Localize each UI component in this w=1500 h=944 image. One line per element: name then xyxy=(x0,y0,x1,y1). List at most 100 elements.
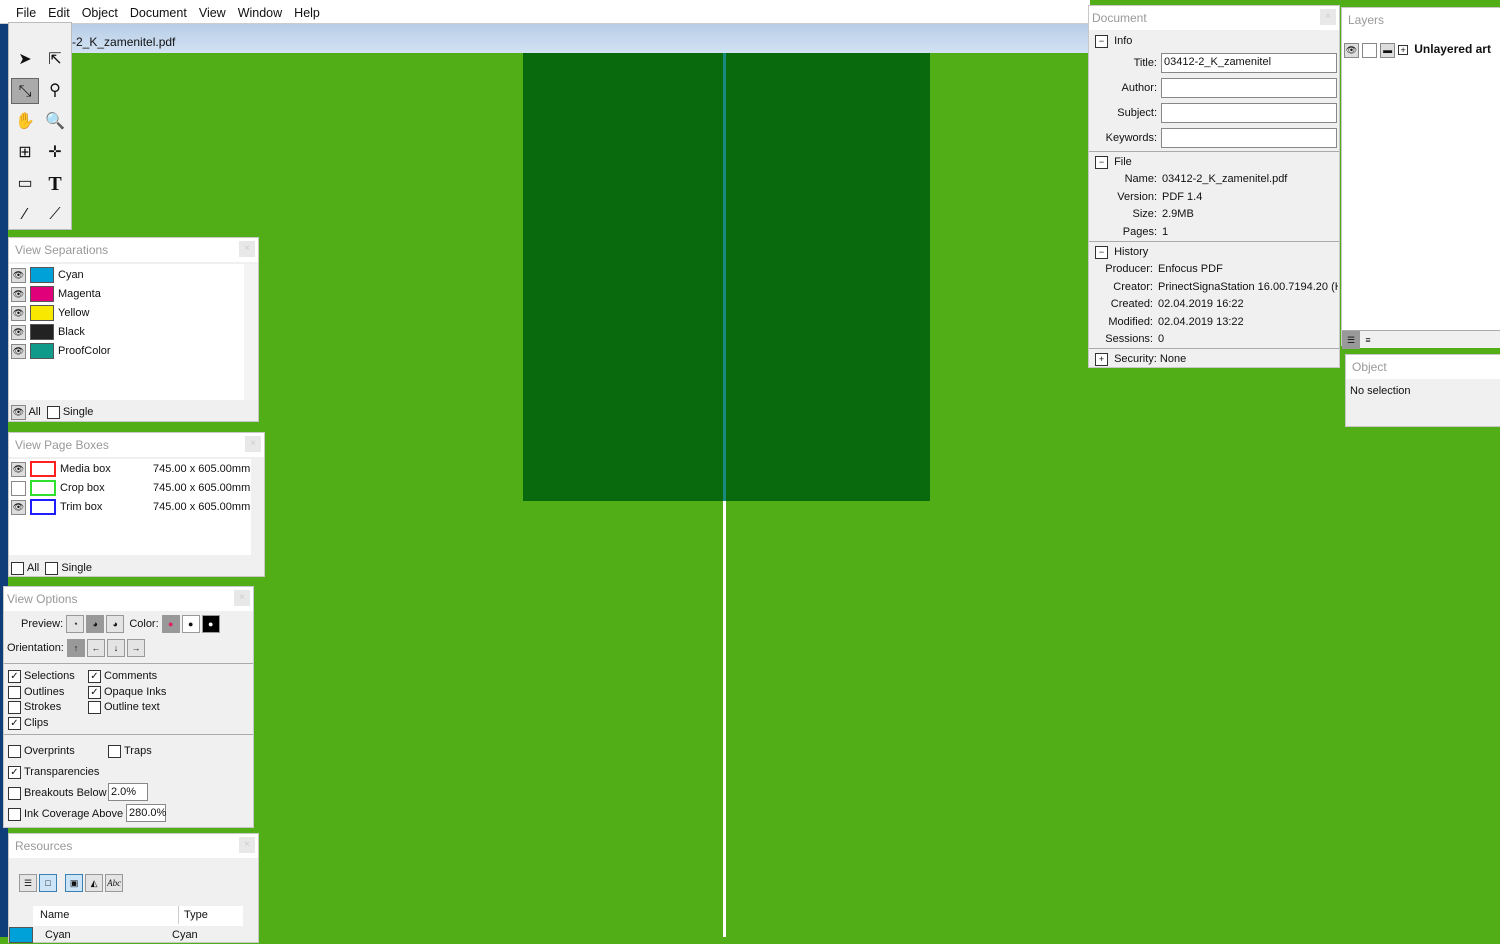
zoom-icon[interactable]: 🔍 xyxy=(41,109,69,135)
preview-separations-icon[interactable]: ◔ xyxy=(66,615,85,634)
menu-help[interactable]: Help xyxy=(288,0,326,20)
outline-text-checkbox[interactable]: Outline text xyxy=(88,698,160,716)
eyedropper-icon[interactable]: ⁄ xyxy=(11,202,39,228)
version-value: PDF 1.4 xyxy=(1162,191,1203,203)
separation-row[interactable]: 👁 Black xyxy=(11,323,85,341)
color-mode-1-icon[interactable]: ● xyxy=(161,615,180,634)
rectangle-icon[interactable]: ▭ xyxy=(11,171,39,197)
layers-panel: Layers 👁 ▬ + Unlayered art ☰ ≡ xyxy=(1341,7,1500,349)
layer-list-view-icon[interactable]: ≡ xyxy=(1360,332,1376,348)
orientation-up-icon[interactable]: ↑ xyxy=(66,639,85,658)
eye-icon[interactable]: 👁 xyxy=(11,286,26,302)
orientation-right-icon[interactable]: → xyxy=(126,639,145,658)
subject-input[interactable] xyxy=(1161,103,1337,123)
keywords-label: Keywords: xyxy=(1105,132,1157,144)
page-box-row[interactable]: Crop box 745.00 x 605.00mm xyxy=(11,479,250,497)
hand-icon[interactable]: ✋ xyxy=(11,109,39,135)
close-icon[interactable]: × xyxy=(234,590,250,606)
eye-icon[interactable]: 👁 xyxy=(11,324,26,340)
clips-checkbox[interactable]: ✓ Clips xyxy=(8,714,48,732)
overprints-checkbox[interactable]: Overprints xyxy=(8,742,75,760)
pan-page-icon[interactable]: ⊞ xyxy=(11,140,39,166)
images-filter-icon[interactable]: ◭ xyxy=(85,874,104,893)
lock-toggle[interactable] xyxy=(1362,42,1378,58)
transparencies-checkbox[interactable]: ✓ Transparencies xyxy=(8,763,99,781)
color-mode-3-icon[interactable]: ● xyxy=(201,615,220,634)
traps-checkbox[interactable]: Traps xyxy=(108,742,152,760)
page-box-row[interactable]: 👁 Media box 745.00 x 605.00mm xyxy=(11,460,250,478)
separation-row[interactable]: 👁 Magenta xyxy=(11,285,101,303)
close-icon[interactable]: × xyxy=(245,436,261,452)
separation-row[interactable]: 👁 ProofColor xyxy=(11,342,111,360)
single-checkbox[interactable] xyxy=(45,561,59,575)
layer-row[interactable]: 👁 ▬ + Unlayered art xyxy=(1344,40,1491,58)
author-input[interactable] xyxy=(1161,78,1337,98)
single-checkbox[interactable] xyxy=(46,405,60,419)
separation-row[interactable]: 👁 Yellow xyxy=(11,304,89,322)
separation-name: ProofColor xyxy=(58,345,111,357)
orientation-down-icon[interactable]: ↓ xyxy=(106,639,125,658)
eye-icon[interactable]: 👁 xyxy=(1344,42,1359,58)
page-box-row[interactable]: 👁 Trim box 745.00 x 605.00mm xyxy=(11,498,250,516)
table-row[interactable]: Cyan Cyan xyxy=(9,926,243,944)
info-section-toggle[interactable]: − Info xyxy=(1095,32,1132,50)
all-option[interactable]: All xyxy=(28,406,40,418)
ruler-icon[interactable]: ⟋ xyxy=(41,202,69,228)
color-mode-2-icon[interactable]: ● xyxy=(181,615,200,634)
expand-icon[interactable]: + xyxy=(1398,45,1409,56)
eye-off-icon[interactable] xyxy=(11,480,26,496)
menu-file[interactable]: File xyxy=(10,0,42,20)
menu-window[interactable]: Window xyxy=(232,0,288,20)
ink-roller-icon[interactable]: ⚲ xyxy=(41,78,69,104)
ink-coverage-input[interactable]: 280.0% xyxy=(126,804,166,822)
breakouts-checkbox[interactable]: Breakouts Below xyxy=(8,784,107,802)
menu-document[interactable]: Document xyxy=(124,0,193,20)
transform-icon[interactable]: ⤡ xyxy=(11,78,39,104)
preview-overprint-icon[interactable]: ◕ xyxy=(106,615,125,634)
eye-icon[interactable]: 👁 xyxy=(11,343,26,359)
menu-view[interactable]: View xyxy=(193,0,232,20)
column-name[interactable]: Name xyxy=(40,909,69,921)
color-swatch xyxy=(30,305,54,322)
column-type[interactable]: Type xyxy=(178,906,208,924)
artwork-rectangle[interactable] xyxy=(523,53,930,501)
document-title-bar[interactable]: -2_K_zamenitel.pdf xyxy=(72,24,1088,53)
panel-title: Document xyxy=(1092,11,1147,25)
menu-edit[interactable]: Edit xyxy=(42,0,76,20)
creator-label: Creator: xyxy=(1113,281,1153,293)
breakouts-input[interactable]: 2.0% xyxy=(108,783,148,801)
select-arrow-icon[interactable]: ➤ xyxy=(11,47,39,73)
menu-object[interactable]: Object xyxy=(76,0,124,20)
ink-coverage-checkbox[interactable]: Ink Coverage Above xyxy=(8,805,123,823)
eye-icon[interactable]: 👁 xyxy=(11,461,26,477)
list-view-icon[interactable]: ☰ xyxy=(19,874,37,893)
direct-select-icon[interactable]: ⇱ xyxy=(41,47,69,73)
keywords-input[interactable] xyxy=(1161,128,1337,148)
eye-icon[interactable]: 👁 xyxy=(11,267,26,283)
orientation-left-icon[interactable]: ← xyxy=(86,639,105,658)
security-section-toggle[interactable]: + Security: None xyxy=(1095,350,1186,368)
eye-icon[interactable]: 👁 xyxy=(11,305,26,321)
history-section-toggle[interactable]: − History xyxy=(1095,243,1148,261)
close-icon[interactable]: × xyxy=(239,241,255,257)
separation-row[interactable]: 👁 Cyan xyxy=(11,266,84,284)
title-input[interactable]: 03412-2_K_zamenitel xyxy=(1161,53,1337,73)
close-icon[interactable]: × xyxy=(239,837,255,853)
colors-filter-icon[interactable]: ▣ xyxy=(65,874,84,893)
created-label: Created: xyxy=(1110,298,1153,310)
print-icon[interactable]: ▬ xyxy=(1380,42,1396,58)
all-label: All xyxy=(27,562,40,574)
layer-tree-view-icon[interactable]: ☰ xyxy=(1342,331,1360,349)
scrollbar[interactable] xyxy=(244,264,258,400)
text-icon[interactable]: T xyxy=(41,171,69,197)
close-icon[interactable]: × xyxy=(1320,9,1336,25)
center-line xyxy=(723,53,726,501)
all-checkbox[interactable] xyxy=(11,561,24,575)
file-section-toggle[interactable]: − File xyxy=(1095,153,1132,171)
fonts-filter-icon[interactable]: Abc xyxy=(105,874,124,893)
thumbnail-view-icon[interactable]: □ xyxy=(39,874,57,893)
eye-icon[interactable]: 👁 xyxy=(11,499,26,515)
eye-icon[interactable]: 👁 xyxy=(11,404,26,420)
preview-composite-icon[interactable]: ◕ xyxy=(86,615,105,634)
crosshair-icon[interactable]: ✛ xyxy=(41,140,69,166)
